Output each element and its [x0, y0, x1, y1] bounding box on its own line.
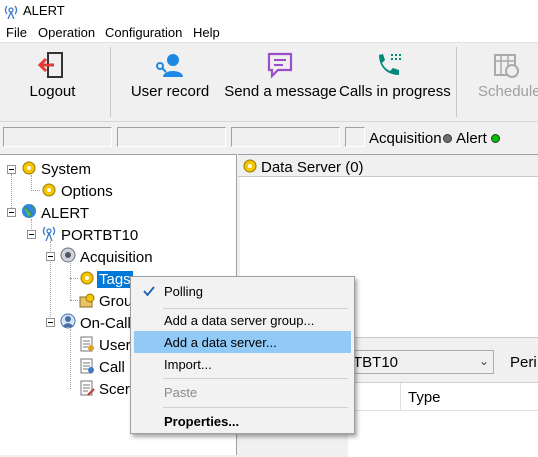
data-server-title: Data Server (0): [261, 159, 364, 176]
menu-item-label: Add a data server group...: [164, 313, 315, 328]
acquisition-label: Acquisition: [369, 130, 442, 147]
menu-item-label: Properties...: [164, 414, 240, 429]
calls-in-progress-label: Calls in progress: [339, 83, 451, 100]
alert-label: Alert: [456, 130, 487, 147]
menu-item-add-data-server[interactable]: Add a data server...: [134, 331, 351, 353]
period-label: Peri: [510, 354, 537, 371]
column-type-header[interactable]: Type: [408, 389, 441, 406]
tree-item-label: On-Call: [80, 315, 131, 332]
grid-header: Type: [348, 383, 538, 411]
column-divider: [400, 383, 401, 411]
tree-item-label: User: [99, 337, 131, 354]
menu-configuration[interactable]: Configuration: [105, 25, 182, 40]
menu-item-properties[interactable]: Properties...: [134, 410, 351, 432]
menu-item-polling[interactable]: Polling: [134, 280, 351, 302]
status-field: [117, 127, 226, 147]
groups-icon: [79, 293, 95, 308]
status-field: [345, 127, 365, 147]
data-server-gear-icon: [243, 159, 257, 173]
logout-label: Logout: [29, 83, 76, 100]
acquisition-icon: [60, 247, 76, 263]
menu-item-label: Paste: [164, 385, 198, 400]
system-gear-icon: [22, 161, 36, 175]
title-bar: ALERT: [0, 0, 538, 22]
tree-item-label: Scer: [99, 381, 130, 398]
checkmark-icon: [143, 286, 155, 297]
logout-icon: [38, 52, 63, 78]
station-select-value: TBT10: [353, 354, 399, 371]
context-menu: Polling Add a data server group... Add a…: [130, 276, 355, 434]
schedule-button[interactable]: Schedule: [470, 43, 538, 121]
user-record-button[interactable]: User record: [125, 43, 215, 121]
scenarios-icon: [80, 380, 95, 396]
chevron-down-icon: ⌄: [478, 354, 489, 368]
tree-item-label: Grou: [99, 293, 133, 310]
schedule-label: Schedule: [478, 83, 538, 100]
menu-item-add-data-server-group[interactable]: Add a data server group...: [134, 309, 351, 331]
menu-bar: File Operation Configuration Help: [0, 22, 538, 43]
tree-line: [31, 175, 32, 191]
send-message-button[interactable]: Send a message: [222, 43, 339, 121]
tree-item-label: Options: [61, 183, 113, 200]
status-field: [3, 127, 112, 147]
acquisition-status-indicator: [443, 134, 452, 143]
station-select[interactable]: TBT10 ⌄: [348, 350, 494, 374]
tree-expander[interactable]: [27, 230, 36, 239]
options-gear-icon: [42, 183, 56, 197]
details-grid[interactable]: Type: [348, 382, 538, 457]
alert-app-icon: [4, 5, 18, 19]
on-call-icon: [60, 313, 76, 329]
tree-item-label: Tags: [97, 271, 133, 288]
tree-item-label: PORTBT10: [61, 227, 139, 244]
calls-in-progress-button[interactable]: Calls in progress: [339, 43, 451, 121]
menu-file[interactable]: File: [6, 25, 27, 40]
phone-icon: [379, 54, 401, 75]
logout-button[interactable]: Logout: [0, 43, 105, 121]
menu-item-label: Polling: [164, 284, 204, 299]
tree-item-label: Call: [99, 359, 125, 376]
status-bar: Acquisition Alert: [0, 122, 538, 152]
toolbar-separator: [110, 47, 111, 117]
tree-item-label: Acquisition: [80, 249, 153, 266]
tree-line: [70, 329, 71, 389]
tree-expander[interactable]: [46, 252, 55, 261]
tags-gear-icon: [80, 271, 94, 285]
window-title: ALERT: [23, 3, 65, 18]
menu-item-import[interactable]: Import...: [134, 353, 351, 375]
toolbar-separator: [456, 47, 457, 117]
menu-operation[interactable]: Operation: [38, 25, 95, 40]
menu-help[interactable]: Help: [193, 25, 220, 40]
menu-item-label: Import...: [164, 357, 212, 372]
message-icon: [267, 52, 293, 79]
users-icon: [80, 336, 94, 352]
tree-item-label: ALERT: [41, 205, 90, 222]
menu-separator: [163, 407, 348, 408]
user-record-label: User record: [130, 83, 210, 100]
station-icon: [42, 226, 56, 241]
tree-line: [70, 300, 78, 301]
send-message-label: Send a message: [224, 83, 337, 100]
schedule-icon: [494, 54, 519, 78]
menu-item-paste[interactable]: Paste: [134, 381, 351, 403]
tree-item-label: System: [41, 161, 92, 178]
status-field: [231, 127, 340, 147]
globe-icon: [22, 204, 36, 218]
tree-line: [11, 174, 12, 212]
tree-line: [31, 190, 40, 191]
tree-line: [70, 278, 78, 279]
menu-item-label: Add a data server...: [164, 335, 277, 350]
data-server-header: Data Server (0): [238, 155, 538, 177]
toolbar: Logout User record Send a message Calls …: [0, 43, 538, 122]
tree-expander[interactable]: [46, 318, 55, 327]
user-record-icon: [156, 54, 183, 77]
alert-status-indicator: [491, 134, 500, 143]
tree-expander[interactable]: [7, 208, 16, 217]
tree-expander[interactable]: [7, 165, 16, 174]
tree-line: [70, 263, 71, 300]
calls-icon: [80, 358, 94, 374]
menu-separator: [163, 378, 348, 379]
